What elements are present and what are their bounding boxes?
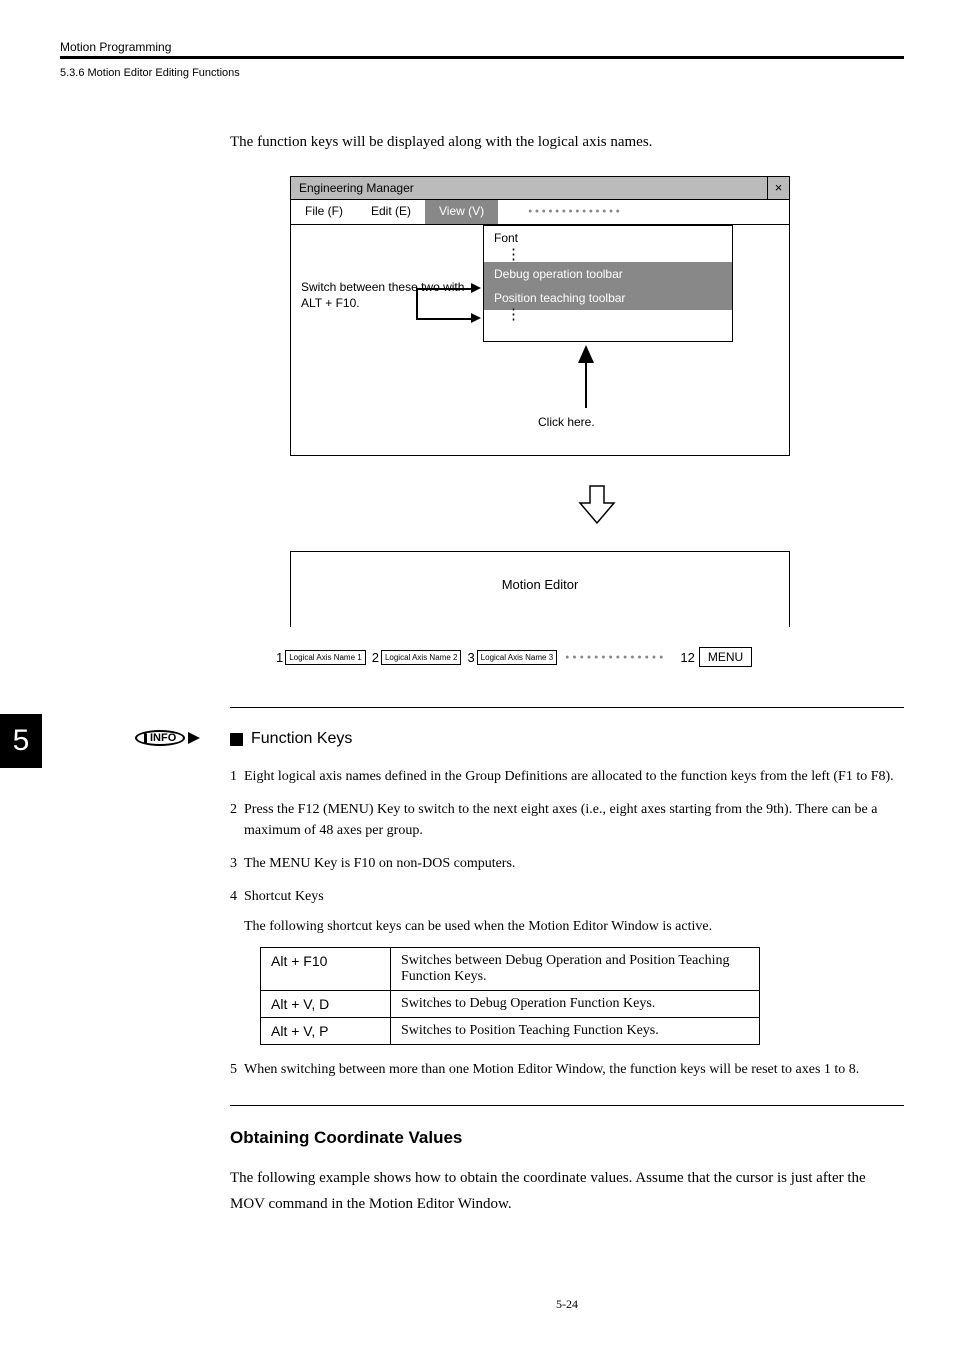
arrow-stem [585, 363, 587, 408]
list-num-1: 1 [230, 766, 244, 787]
shortcut-desc: Switches between Debug Operation and Pos… [391, 948, 760, 991]
down-arrow-icon [577, 481, 617, 531]
fkey-box-3[interactable]: Logical Axis Name 3 [477, 650, 557, 665]
fkey-num-1: 1 [276, 650, 283, 665]
shortcut-key: Alt + F10 [261, 948, 391, 991]
list-text-1: Eight logical axis names defined in the … [244, 766, 904, 787]
intro-paragraph: The function keys will be displayed alon… [230, 134, 904, 151]
table-row: Alt + V, P Switches to Position Teaching… [261, 1018, 760, 1045]
table-row: Alt + V, D Switches to Debug Operation F… [261, 991, 760, 1018]
shortcut-table: Alt + F10 Switches between Debug Operati… [260, 947, 760, 1045]
dropdown-debug-toolbar[interactable]: Debug operation toolbar [484, 262, 732, 286]
shortcut-key: Alt + V, D [261, 991, 391, 1018]
arrow-up-icon [578, 345, 594, 363]
list-num-5: 5 [230, 1059, 244, 1080]
arrow-right-icon-2 [471, 313, 481, 323]
vdots-icon-2: ⋮ [484, 310, 732, 322]
arrow-line-bottom [416, 318, 471, 320]
square-bullet-icon [230, 733, 243, 746]
arrow-line-v [416, 288, 418, 318]
shortcut-desc: Switches to Position Teaching Function K… [391, 1018, 760, 1045]
motion-editor-window: Motion Editor [290, 551, 790, 627]
vdots-icon: ⋮ [484, 250, 732, 262]
chapter-title: Motion Programming [60, 40, 904, 59]
divider-2 [230, 1105, 904, 1106]
fkey-menu-button[interactable]: MENU [699, 647, 752, 667]
arrow-line-top [416, 288, 471, 290]
list-text-2: Press the F12 (MENU) Key to switch to th… [244, 799, 904, 841]
triangle-icon [188, 732, 200, 744]
chapter-tab: 5 [0, 714, 42, 768]
switch-annotation: Switch between these two with ALT + F10. [301, 280, 483, 311]
menu-edit[interactable]: Edit (E) [357, 200, 425, 224]
arrow-right-icon [471, 283, 481, 293]
fkey-num-2: 2 [372, 650, 379, 665]
list-text-3: The MENU Key is F10 on non-DOS computers… [244, 853, 904, 874]
info-oval: INFO [135, 730, 185, 746]
fkey-num-3: 3 [467, 650, 474, 665]
fkey-ellipsis: ●●●●●●●●●●●●●● [565, 654, 666, 661]
list-num-2: 2 [230, 799, 244, 841]
info-badge: INFO [135, 730, 200, 746]
window-title: Engineering Manager [291, 177, 767, 199]
obtaining-coords-body: The following example shows how to obtai… [230, 1166, 904, 1217]
fkey-box-1[interactable]: Logical Axis Name 1 [285, 650, 365, 665]
table-row: Alt + F10 Switches between Debug Operati… [261, 948, 760, 991]
dropdown-font[interactable]: Font [484, 226, 732, 250]
list-text-4: Shortcut Keys [244, 886, 904, 907]
list-4-subtext: The following shortcut keys can be used … [244, 919, 904, 935]
motion-editor-title: Motion Editor [502, 577, 579, 592]
section-number: 5.3.6 Motion Editor Editing Functions [60, 67, 904, 79]
fkey-box-2[interactable]: Logical Axis Name 2 [381, 650, 461, 665]
click-here-label: Click here. [538, 415, 595, 429]
function-keys-heading: Function Keys [230, 730, 904, 748]
list-num-4: 4 [230, 886, 244, 907]
menu-view[interactable]: View (V) [425, 200, 498, 224]
shortcut-desc: Switches to Debug Operation Function Key… [391, 991, 760, 1018]
fkey-num-12: 12 [680, 650, 694, 665]
obtaining-coords-heading: Obtaining Coordinate Values [230, 1128, 904, 1148]
figure-engineering-manager: Engineering Manager × File (F) Edit (E) … [290, 176, 904, 667]
list-text-5: When switching between more than one Mot… [244, 1059, 904, 1080]
close-icon[interactable]: × [767, 177, 789, 199]
divider [230, 707, 904, 708]
dropdown-position-toolbar[interactable]: Position teaching toolbar [484, 286, 732, 310]
page-number: 5-24 [0, 1297, 904, 1312]
shortcut-key: Alt + V, P [261, 1018, 391, 1045]
list-num-3: 3 [230, 853, 244, 874]
menu-ellipsis: ●●●●●●●●●●●●●● [498, 200, 652, 224]
menu-file[interactable]: File (F) [291, 200, 357, 224]
function-key-row: 1 Logical Axis Name 1 2 Logical Axis Nam… [270, 647, 820, 667]
